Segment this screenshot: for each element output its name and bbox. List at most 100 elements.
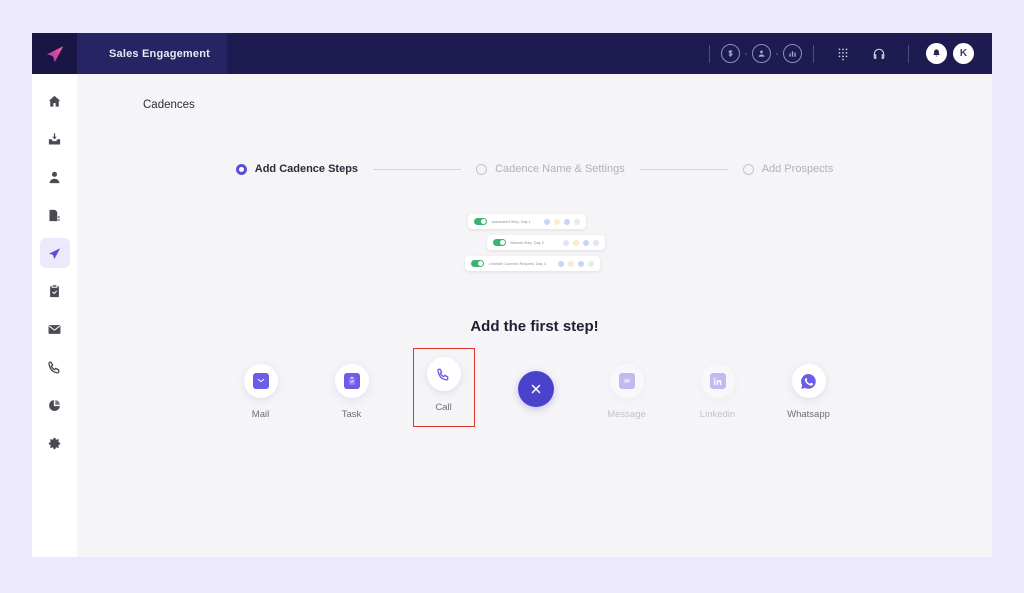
close-x-icon[interactable]	[517, 371, 554, 407]
call-option-circle	[426, 357, 461, 391]
topbar-actions: K	[698, 33, 992, 74]
preview-row-label: Automated Step, Day 1	[491, 219, 531, 224]
linkedin-option-circle	[700, 364, 735, 398]
option-close[interactable]	[506, 356, 566, 407]
brand-tab[interactable]: Sales Engagement	[77, 33, 227, 74]
top-navigation-bar: Sales Engagement K	[32, 33, 992, 74]
sidebar-item-calls[interactable]	[40, 352, 70, 382]
mail-option-circle	[243, 364, 278, 398]
preview-action-icon	[553, 218, 560, 225]
preview-action-icon	[588, 260, 594, 267]
preview-action-icon	[582, 239, 589, 246]
toggle-on-icon	[492, 239, 506, 246]
envelope-icon	[252, 373, 269, 389]
step-connector	[639, 168, 728, 170]
user-avatar[interactable]: K	[953, 43, 974, 64]
divider	[813, 44, 814, 63]
dot-separator	[745, 52, 747, 55]
chat-bubble-icon	[618, 373, 635, 389]
option-label: Task	[341, 409, 362, 420]
preview-action-icon	[563, 218, 570, 225]
option-label: Linkedin	[699, 409, 736, 420]
task-option-circle	[334, 364, 369, 398]
preview-row: Automated Step, Day 1	[467, 214, 586, 229]
preview-action-icon	[572, 239, 579, 246]
notification-bell-icon[interactable]	[926, 43, 947, 64]
option-call[interactable]: Call	[412, 348, 475, 427]
avatar-initial: K	[959, 48, 968, 59]
linkedin-icon	[709, 373, 726, 389]
sidebar-item-tasks[interactable]	[40, 276, 70, 306]
step-cadence-name-settings[interactable]: Cadence Name & Settings	[476, 163, 625, 175]
phone-icon	[48, 361, 60, 374]
option-task[interactable]: Task	[322, 356, 382, 420]
preview-action-icon	[568, 260, 574, 267]
main-content: Cadences Add Cadence Steps Cadence Name …	[77, 74, 992, 557]
dollar-circle-icon[interactable]	[721, 44, 740, 63]
option-label: Whatsapp	[787, 409, 830, 420]
sidebar-item-contacts[interactable]	[40, 162, 70, 192]
sidebar-item-cadences[interactable]	[39, 238, 70, 268]
preview-action-icon	[573, 218, 580, 225]
step-label: Add Prospects	[761, 163, 834, 175]
sidebar-item-inbox[interactable]	[40, 124, 70, 154]
option-label: Message	[607, 409, 646, 420]
option-label: Mail	[251, 409, 270, 420]
option-label: Call	[435, 402, 452, 413]
option-mail[interactable]: Mail	[231, 356, 291, 420]
option-whatsapp[interactable]: Whatsapp	[779, 356, 839, 420]
home-icon	[48, 95, 61, 107]
cadence-preview-illustration: Automated Step, Day 1 Manual Step, Day 2	[77, 214, 992, 277]
preview-row-label: LinkedIn Connect Request, Day 3	[489, 261, 546, 266]
app-window: Sales Engagement K Cadences Add Cadence …	[32, 33, 992, 557]
headline: Add the first step!	[470, 318, 599, 335]
dialpad-icon[interactable]	[832, 43, 854, 65]
sidebar-item-home[interactable]	[40, 86, 70, 116]
option-linkedin[interactable]: Linkedin	[688, 356, 748, 420]
person-circle-icon[interactable]	[752, 44, 771, 63]
whatsapp-option-circle	[791, 364, 826, 398]
step-type-options: Mail Task Call Message Linkedin Whatsapp	[77, 348, 992, 427]
sidebar-item-reports[interactable]	[40, 390, 70, 420]
page-title: Cadences	[143, 99, 195, 111]
preview-action-icon	[592, 239, 599, 246]
preview-row: Manual Step, Day 2	[486, 235, 605, 250]
preview-action-icon	[562, 239, 569, 246]
whatsapp-icon	[801, 373, 816, 389]
option-message[interactable]: Message	[597, 356, 657, 420]
preview-row-actions	[558, 260, 594, 267]
clipboard-check-icon	[343, 373, 360, 389]
preview-action-icon	[543, 218, 550, 225]
sidebar-item-documents[interactable]	[40, 200, 70, 230]
preview-row-actions	[562, 239, 599, 246]
step-add-prospects[interactable]: Add Prospects	[742, 163, 834, 175]
toggle-on-icon	[473, 218, 487, 225]
app-logo[interactable]	[32, 33, 77, 74]
sidebar-item-settings[interactable]	[40, 428, 70, 458]
envelope-icon	[48, 324, 61, 334]
document-list-icon	[49, 209, 60, 221]
toggle-on-icon	[471, 260, 484, 267]
paper-plane-icon	[49, 247, 61, 259]
preview-action-icon	[578, 260, 584, 267]
person-icon	[49, 171, 60, 183]
sidebar-item-mail[interactable]	[40, 314, 70, 344]
message-option-circle	[609, 364, 644, 398]
cadence-stepper: Add Cadence Steps Cadence Name & Setting…	[77, 163, 992, 175]
gear-icon	[48, 437, 61, 449]
headset-icon[interactable]	[868, 43, 890, 65]
divider	[908, 44, 909, 63]
step-label: Add Cadence Steps	[254, 163, 359, 175]
preview-row-actions	[543, 218, 580, 225]
step-connector	[373, 168, 462, 170]
report-circle-icon[interactable]	[783, 44, 802, 63]
radio-selected-icon	[235, 163, 247, 175]
step-add-cadence-steps[interactable]: Add Cadence Steps	[235, 163, 359, 175]
paper-plane-icon	[46, 45, 63, 62]
left-sidebar	[32, 74, 77, 557]
dot-separator	[776, 52, 778, 55]
preview-row-label: Manual Step, Day 2	[510, 240, 544, 245]
inbox-download-icon	[48, 132, 61, 144]
phone-icon	[437, 368, 449, 381]
pie-chart-icon	[49, 399, 60, 411]
